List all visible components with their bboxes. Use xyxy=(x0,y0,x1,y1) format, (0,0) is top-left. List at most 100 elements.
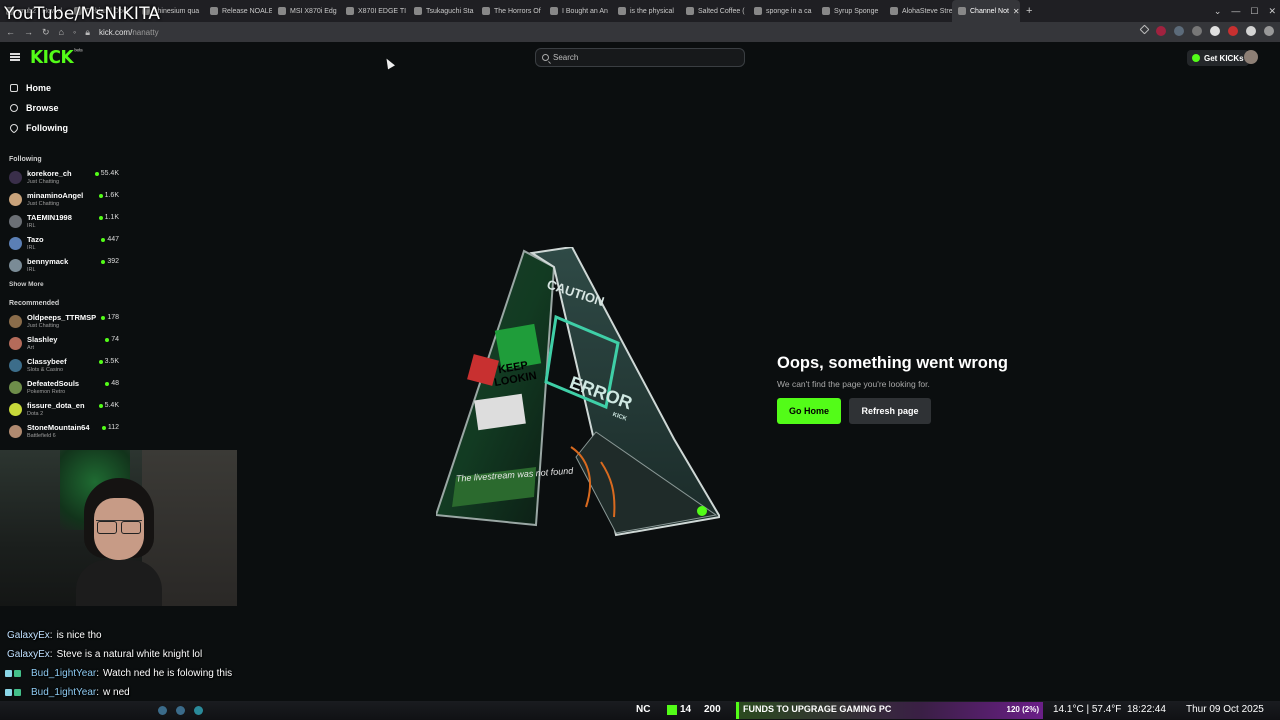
chat-message: GalaxyEx : Steve is a natural white knigh… xyxy=(0,645,400,664)
count-200: 200 xyxy=(704,704,721,715)
kick-logo[interactable]: KICKbeta xyxy=(30,48,83,69)
go-home-button[interactable]: Go Home xyxy=(777,398,841,424)
channel-category: Pokemon Retro xyxy=(27,389,66,395)
browser-tab[interactable]: MSI X870i Edg xyxy=(272,0,340,22)
url-field[interactable]: kick.com/nanatty xyxy=(99,28,159,37)
tab-list-icon[interactable]: ⌄ xyxy=(1214,6,1222,17)
app-icon-3[interactable] xyxy=(194,706,203,715)
channel-category: IRL xyxy=(27,245,36,251)
sidebar-nav-home[interactable]: Home xyxy=(0,78,128,98)
viewer-count-value: 1.1K xyxy=(104,214,119,221)
refresh-page-button[interactable]: Refresh page xyxy=(849,398,931,424)
extension-icon-1[interactable] xyxy=(1156,26,1166,36)
bookmark-star-icon[interactable] xyxy=(1139,24,1150,35)
extension-icon-3[interactable] xyxy=(1192,26,1202,36)
viewer-count: 55.4K xyxy=(94,170,119,177)
sidebar-channel-korekore_ch[interactable]: korekore_ch Just Chatting 55.4K xyxy=(0,167,128,189)
sidebar-channel-Slashley[interactable]: Slashley Art 74 xyxy=(0,333,128,355)
sidebar-nav-following[interactable]: Following xyxy=(0,118,128,138)
sidebar-channel-StoneMountain64[interactable]: StoneMountain64 Battlefield 6 112 xyxy=(0,421,128,443)
channel-avatar xyxy=(9,337,22,350)
browser-tab[interactable]: sponge in a ca xyxy=(748,0,816,22)
recommended-list: Oldpeeps_TTRMSP Just Chatting 178 Slashley A… xyxy=(0,311,128,443)
browser-tab[interactable]: Release NOALE xyxy=(204,0,272,22)
live-dot-icon xyxy=(101,259,106,264)
browser-tab[interactable]: I Bought an An xyxy=(544,0,612,22)
browser-tab[interactable]: AlohaSteve Stre xyxy=(884,0,952,22)
chat-separator: : xyxy=(96,668,100,679)
site-header: KICKbeta Search Get KICKs xyxy=(0,42,1280,72)
tab-label: chinesium qua xyxy=(154,7,200,15)
viewer-count: 178 xyxy=(101,314,119,321)
sidebar-channel-minaminoAngel[interactable]: minaminoAngel Just Chatting 1.6K xyxy=(0,189,128,211)
channel-category: IRL xyxy=(27,267,36,273)
home-nav-icon[interactable]: ⌂ xyxy=(59,27,64,37)
chat-message: GalaxyEx : is nice tho xyxy=(0,626,400,645)
channel-category: Slots & Casino xyxy=(27,367,64,373)
sidebar-channel-fissure_dota_en[interactable]: fissure_dota_en Dota 2 5.4K xyxy=(0,399,128,421)
sidebar-channel-TAEMIN1998[interactable]: TAEMIN1998 IRL 1.1K xyxy=(0,211,128,233)
live-dot-icon xyxy=(94,171,99,176)
browser-tab[interactable]: Tsukaguchi Sta xyxy=(408,0,476,22)
user-avatar[interactable] xyxy=(1244,50,1258,64)
viewer-count: 5.4K xyxy=(98,402,119,409)
lock-icon[interactable]: 🔒︎ xyxy=(85,27,90,38)
extension-icon-6[interactable] xyxy=(1246,26,1256,36)
sidebar-channel-Tazo[interactable]: Tazo IRL 447 xyxy=(0,233,128,255)
browser-tab[interactable]: X870I EDGE TI xyxy=(340,0,408,22)
close-tab-icon[interactable]: ✕ xyxy=(1013,7,1020,16)
viewer-count-value: 3.5K xyxy=(104,358,119,365)
browser-tab[interactable]: Channel Not ✕ xyxy=(952,0,1020,22)
show-more-button[interactable]: Show More xyxy=(0,281,128,288)
search-placeholder: Search xyxy=(553,53,579,62)
hamburger-menu-icon[interactable] xyxy=(10,53,20,61)
browser-tab[interactable]: Syrup Sponge xyxy=(816,0,884,22)
address-bar: ← → ↻ ⌂ ◦ 🔒︎ kick.com/nanatty xyxy=(0,22,1280,42)
app-icon-1[interactable] xyxy=(158,706,167,715)
forward-icon[interactable]: → xyxy=(24,27,33,37)
sidebar-channel-Classybeef[interactable]: Classybeef Slots & Casino 3.5K xyxy=(0,355,128,377)
chat-username: Bud_1ightYear xyxy=(31,687,97,698)
search-input[interactable]: Search xyxy=(535,48,745,67)
channel-avatar xyxy=(9,315,22,328)
viewer-count-value: 112 xyxy=(107,424,119,431)
extension-icon-5[interactable] xyxy=(1228,26,1238,36)
sidebar-channel-Oldpeeps_TTRMSP[interactable]: Oldpeeps_TTRMSP Just Chatting 178 xyxy=(0,311,128,333)
extension-toolbar xyxy=(1139,24,1274,36)
extension-icon-4[interactable] xyxy=(1210,26,1220,36)
chat-separator: : xyxy=(49,630,53,641)
tab-label: Release NOALE xyxy=(222,7,272,15)
close-window-icon[interactable]: ✕ xyxy=(1268,6,1276,17)
maximize-icon[interactable]: ☐ xyxy=(1250,6,1258,17)
sidebar-nav-browse[interactable]: Browse xyxy=(0,98,128,118)
shield-icon[interactable]: ◦ xyxy=(73,27,76,37)
viewer-count: 74 xyxy=(105,336,119,343)
extension-icon-2[interactable] xyxy=(1174,26,1184,36)
following-section-title: Following xyxy=(9,156,42,163)
sidebar-channel-bennymack[interactable]: bennymack IRL 392 xyxy=(0,255,128,277)
url-host: kick.com/ xyxy=(98,27,133,37)
channel-avatar xyxy=(9,171,22,184)
nav-label: Home xyxy=(26,83,52,93)
browser-tab[interactable]: is the physical xyxy=(612,0,680,22)
kick-count: 14 xyxy=(680,704,692,715)
browser-tab-strip: grub2 - How d Debian | Dock chinesium qua R… xyxy=(0,0,1280,22)
app-icon-2[interactable] xyxy=(176,706,185,715)
sidebar-channel-DefeatedSouls[interactable]: DefeatedSouls Pokemon Retro 48 xyxy=(0,377,128,399)
minimize-icon[interactable]: — xyxy=(1231,6,1240,16)
channel-avatar xyxy=(9,403,22,416)
chat-username: Bud_1ightYear xyxy=(31,668,97,679)
chat-separator: : xyxy=(96,687,100,698)
new-tab-button[interactable]: + xyxy=(1020,5,1038,17)
tab-favicon-icon xyxy=(958,7,966,15)
menu-icon[interactable] xyxy=(1264,26,1274,36)
back-icon[interactable]: ← xyxy=(6,27,15,37)
browser-tab[interactable]: Salted Coffee ( xyxy=(680,0,748,22)
chat-text: Steve is a natural white knight lol xyxy=(56,649,203,660)
reload-icon[interactable]: ↻ xyxy=(42,27,50,38)
tab-favicon-icon xyxy=(210,7,218,15)
get-kicks-button[interactable]: Get KICKs xyxy=(1187,50,1249,66)
channel-avatar xyxy=(9,215,22,228)
browser-tab[interactable]: The Horrors Of xyxy=(476,0,544,22)
live-dot-icon xyxy=(101,315,106,320)
